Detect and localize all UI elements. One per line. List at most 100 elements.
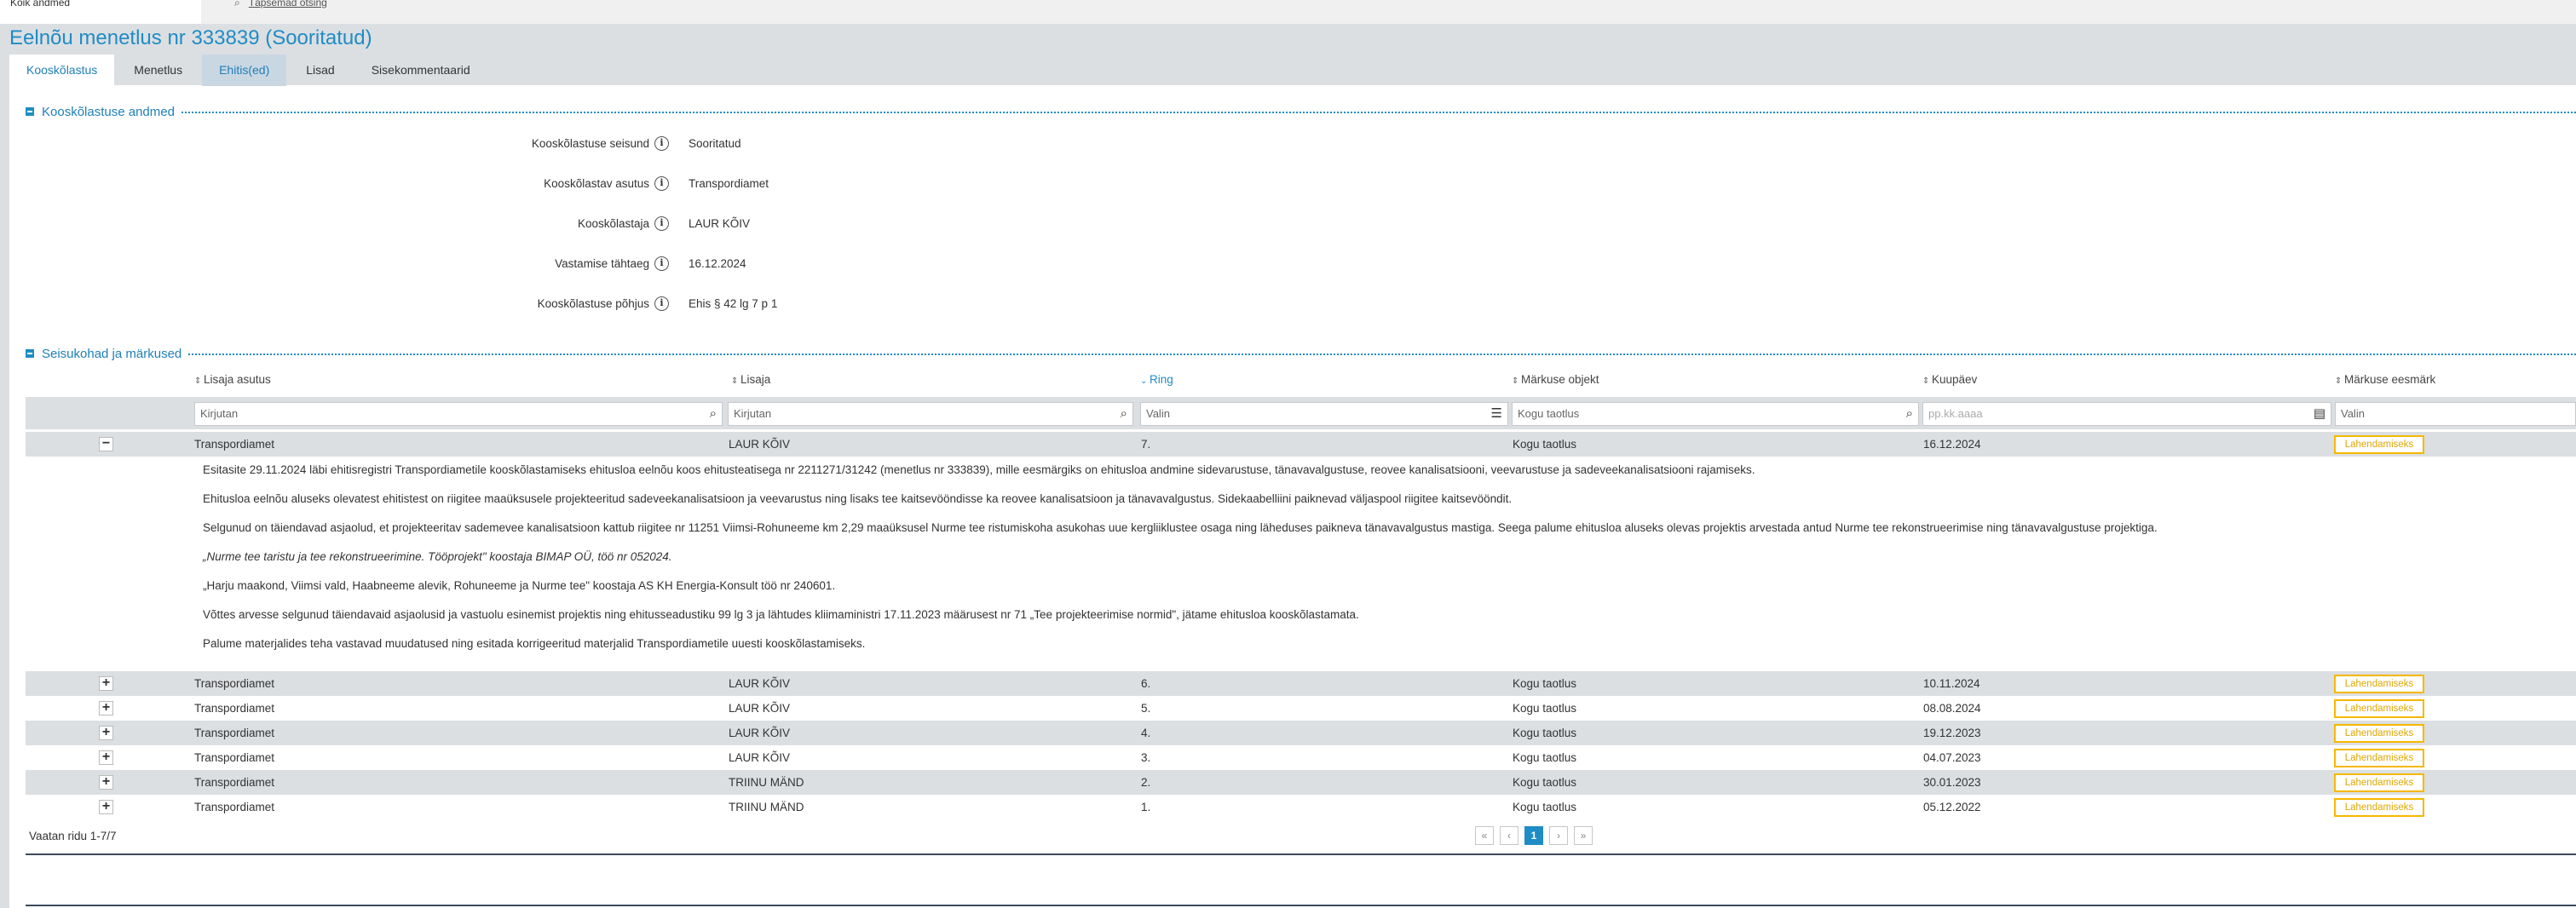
field-value: Transpordiamet [689, 176, 769, 190]
cell-ring: 6. [1141, 677, 1151, 690]
expand-row-icon[interactable]: + [99, 701, 113, 715]
field-label: Kooskõlastav asutus [544, 176, 649, 190]
search-icon[interactable]: ⌕ [1906, 403, 1913, 425]
section-divider [181, 112, 2576, 113]
search-icon[interactable]: ⌕ [1121, 403, 1127, 425]
field-label: Kooskõlastaja [577, 216, 649, 230]
cell-ring: 7. [1141, 438, 1151, 451]
cell-objekt: Kogu taotlus [1513, 751, 1577, 764]
tab-menetlus[interactable]: Menetlus [117, 55, 199, 86]
table-row[interactable]: − Transpordiamet LAUR KÕIV 7. Kogu taotl… [26, 432, 2576, 457]
info-icon[interactable]: i [654, 135, 669, 151]
filter-placeholder: Valin [2341, 407, 2365, 420]
detail-paragraph: „Harju maakond, Viimsi vald, Haabneeme a… [203, 579, 836, 592]
tab-lisad[interactable]: Lisad [289, 55, 351, 86]
last-page-button[interactable]: » [1574, 826, 1593, 845]
field-label: Kooskõlastuse põhjus [537, 296, 649, 310]
status-badge: Lahendamiseks [2334, 724, 2424, 743]
table-row[interactable]: + Transpordiamet TRIINU MÄND 2. Kogu tao… [26, 770, 2576, 795]
collapse-row-icon[interactable]: − [99, 437, 113, 451]
cell-ring: 4. [1141, 727, 1151, 739]
cell-objekt: Kogu taotlus [1513, 677, 1577, 690]
first-page-button[interactable]: « [1475, 826, 1494, 845]
cell-asutus: Transpordiamet [194, 438, 275, 451]
cell-kuupaev: 04.07.2023 [1923, 751, 1981, 764]
detail-paragraph: Ehitusloa eelnõu aluseks olevatest ehiti… [203, 492, 1513, 505]
cell-objekt: Kogu taotlus [1513, 776, 1577, 789]
cell-objekt: Kogu taotlus [1513, 702, 1577, 715]
filter-ring-select[interactable]: Valin ☰ [1140, 402, 1508, 426]
field-kooskolastaja: Kooskõlastaja i LAUR KÕIV [256, 215, 852, 232]
field-value: Ehis § 42 lg 7 p 1 [689, 296, 778, 310]
info-icon[interactable]: i [654, 296, 669, 311]
cell-kuupaev: 08.08.2024 [1923, 702, 1981, 715]
cell-objekt: Kogu taotlus [1513, 438, 1577, 451]
next-page-button[interactable]: › [1549, 826, 1568, 845]
list-icon[interactable]: ☰ [1491, 403, 1502, 425]
calendar-icon[interactable]: ▤ [2314, 403, 2325, 425]
left-gutter [0, 85, 9, 908]
expand-row-icon[interactable]: + [99, 800, 113, 814]
table-row[interactable]: + Transpordiamet LAUR KÕIV 3. Kogu taotl… [26, 745, 2576, 770]
collapse-icon[interactable] [26, 107, 34, 116]
filter-asutus-input[interactable]: Kirjutan ⌕ [194, 402, 723, 426]
sort-icon: ⇕ [2335, 376, 2343, 386]
column-header-eesmark[interactable]: ⇕ Märkuse eesmärk [2335, 370, 2435, 397]
advanced-search-link[interactable]: ⌕ Täpsemad otsing [234, 0, 327, 9]
row-detail-panel: Esitasite 29.11.2024 läbi ehitisregistri… [26, 457, 2576, 671]
info-icon[interactable]: i [654, 256, 669, 271]
field-pohjus: Kooskõlastuse põhjus i Ehis § 42 lg 7 p … [256, 295, 852, 312]
field-tahtaeg: Vastamise tähtaeg i 16.12.2024 [256, 255, 852, 272]
prev-page-button[interactable]: ‹ [1500, 826, 1519, 845]
top-left-label: Kõik andmed [0, 0, 201, 24]
column-header-asutus[interactable]: ⇕ Lisaja asutus [194, 370, 271, 397]
filter-row: Kirjutan ⌕ Kirjutan ⌕ Valin ☰ Kogu taotlus ⌕… [26, 397, 2576, 429]
cell-kuupaev: 16.12.2024 [1923, 438, 1981, 451]
table-row[interactable]: + Transpordiamet LAUR KÕIV 6. Kogu taotl… [26, 671, 2576, 696]
cell-lisaja: LAUR KÕIV [729, 677, 791, 690]
expand-row-icon[interactable]: + [99, 775, 113, 790]
info-icon[interactable]: i [654, 216, 669, 231]
filter-objekt-input[interactable]: Kogu taotlus ⌕ [1512, 402, 1919, 426]
filter-kuupaev-input[interactable]: pp.kk.aaaa ▤ [1922, 402, 2331, 426]
cell-objekt: Kogu taotlus [1513, 727, 1577, 739]
search-icon[interactable]: ⌕ [710, 403, 717, 425]
column-header-ring[interactable]: ⌄ Ring [1140, 370, 1173, 397]
cell-kuupaev: 05.12.2022 [1923, 801, 1981, 813]
table-row[interactable]: + Transpordiamet LAUR KÕIV 4. Kogu taotl… [26, 721, 2576, 745]
column-label: Lisaja asutus [204, 373, 271, 386]
tab-ehitised[interactable]: Ehitis(ed) [202, 55, 287, 86]
sort-desc-icon: ⌄ [1140, 376, 1148, 386]
field-value: 16.12.2024 [689, 256, 746, 270]
current-page-button[interactable]: 1 [1524, 826, 1543, 845]
expand-row-icon[interactable]: + [99, 750, 113, 765]
sort-icon: ⇕ [731, 376, 739, 386]
info-icon[interactable]: i [654, 175, 669, 191]
filter-placeholder: Kirjutan [200, 407, 239, 420]
filter-eesmark-select[interactable]: Valin [2335, 402, 2576, 426]
section-title: Seisukohad ja märkused [42, 346, 182, 361]
column-header-kuupaev[interactable]: ⇕ Kuupäev [1922, 370, 1977, 397]
column-label: Märkuse eesmärk [2344, 373, 2436, 386]
status-badge: Lahendamiseks [2334, 435, 2424, 454]
cell-asutus: Transpordiamet [194, 727, 275, 739]
cell-ring: 3. [1141, 751, 1151, 764]
expand-row-icon[interactable]: + [99, 676, 113, 691]
tab-sisekommentaarid[interactable]: Sisekommentaarid [354, 55, 487, 86]
filter-lisaja-input[interactable]: Kirjutan ⌕ [728, 402, 1133, 426]
table-row[interactable]: + Transpordiamet LAUR KÕIV 5. Kogu taotl… [26, 696, 2576, 721]
tab-kooskolastus[interactable]: Kooskõlastus [9, 55, 115, 86]
section-divider [188, 353, 2576, 355]
collapse-icon[interactable] [26, 349, 34, 358]
column-label: Lisaja [741, 373, 771, 386]
cell-objekt: Kogu taotlus [1513, 801, 1577, 813]
column-header-lisaja[interactable]: ⇕ Lisaja [731, 370, 770, 397]
cell-lisaja: LAUR KÕIV [729, 751, 791, 764]
filter-placeholder: Kirjutan [734, 407, 772, 420]
table-row[interactable]: + Transpordiamet TRIINU MÄND 1. Kogu tao… [26, 795, 2576, 819]
cell-kuupaev: 30.01.2023 [1923, 776, 1981, 789]
column-header-objekt[interactable]: ⇕ Märkuse objekt [1512, 370, 1599, 397]
expand-row-icon[interactable]: + [99, 726, 113, 740]
filter-placeholder: Valin [1146, 407, 1170, 420]
grid-bottom-border [26, 853, 2576, 855]
